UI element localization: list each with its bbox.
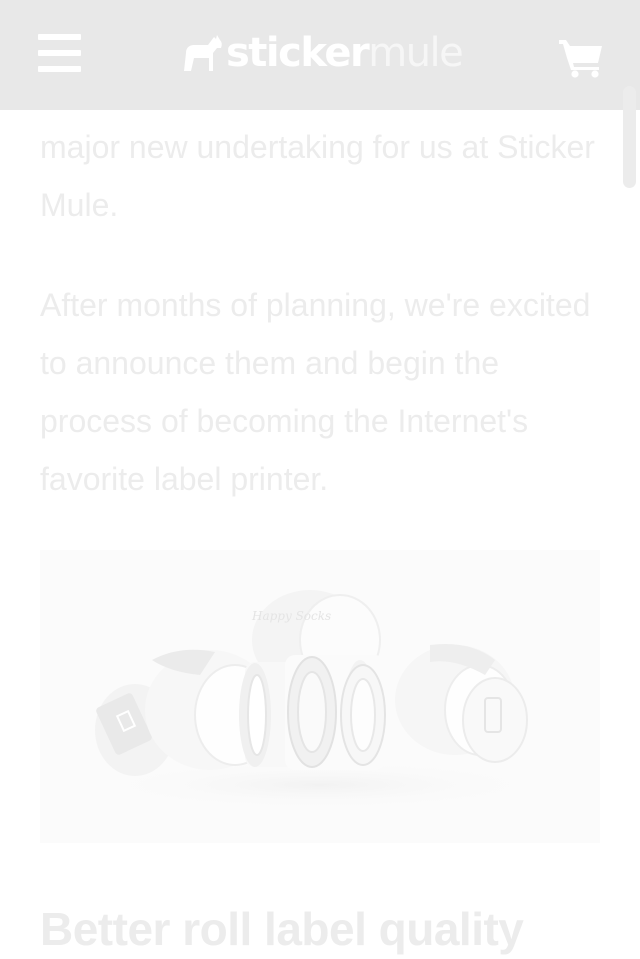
article-paragraph: After months of planning, we're excited … <box>40 287 591 497</box>
hamburger-menu-icon[interactable] <box>38 34 82 72</box>
scrollbar-thumb[interactable] <box>623 86 636 188</box>
site-header: stickermule <box>0 0 640 110</box>
article-paragraph: major new undertaking for us at Sticker … <box>40 129 595 223</box>
logo-wordmark: stickermule <box>226 30 464 76</box>
mule-icon <box>184 35 222 71</box>
shopping-cart-icon[interactable] <box>558 36 604 78</box>
page: stickermule major new undertaking for us… <box>0 0 640 959</box>
sticker-mule-logo[interactable]: stickermule <box>180 28 464 78</box>
section-heading: Better roll label quality <box>40 903 524 955</box>
roll-label-text: Happy Socks <box>251 609 331 623</box>
roll-labels-photo: Happy Socks <box>40 550 600 843</box>
